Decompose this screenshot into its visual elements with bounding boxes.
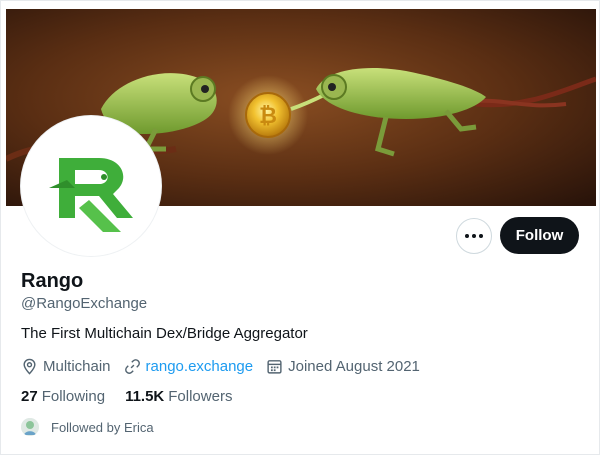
join-date-text: Joined August 2021 <box>288 357 420 375</box>
followers-count: 11.5K <box>125 388 165 405</box>
follow-counts: 27 Following 11.5K Followers <box>21 388 252 405</box>
rango-logo-icon <box>25 120 157 252</box>
follow-button[interactable]: Follow <box>500 217 579 254</box>
following-link[interactable]: 27 Following <box>21 388 105 405</box>
location: Multichain <box>21 358 111 375</box>
bitcoin-coin-icon: ₿ <box>245 92 291 138</box>
link-icon <box>124 358 140 374</box>
followed-by[interactable]: Followed by Erica <box>21 417 154 437</box>
profile-handle: @RangoExchange <box>21 295 148 312</box>
location-text: Multichain <box>43 357 111 375</box>
more-options-button[interactable] <box>456 218 492 254</box>
more-icon <box>479 234 483 238</box>
profile-meta: Multichain rango.exchange Joined August … <box>21 356 433 376</box>
svg-text:₿: ₿ <box>259 104 277 129</box>
join-date: Joined August 2021 <box>266 358 420 375</box>
following-label: Following <box>41 388 106 405</box>
followers-link[interactable]: 11.5K Followers <box>125 388 232 405</box>
more-icon <box>465 234 469 238</box>
followers-label: Followers <box>168 388 233 405</box>
follower-avatar-icon <box>21 418 39 436</box>
profile-avatar[interactable] <box>21 116 161 256</box>
more-icon <box>472 234 476 238</box>
location-pin-icon <box>23 358 36 375</box>
followed-by-text: Followed by Erica <box>51 419 154 435</box>
profile-name: Rango <box>21 270 84 292</box>
calendar-icon <box>267 359 282 374</box>
profile-bio: The First Multichain Dex/Bridge Aggregat… <box>21 325 308 342</box>
website[interactable]: rango.exchange <box>124 358 254 375</box>
website-link[interactable]: rango.exchange <box>146 358 254 375</box>
follower-avatar <box>21 418 39 436</box>
following-count: 27 <box>21 388 38 405</box>
